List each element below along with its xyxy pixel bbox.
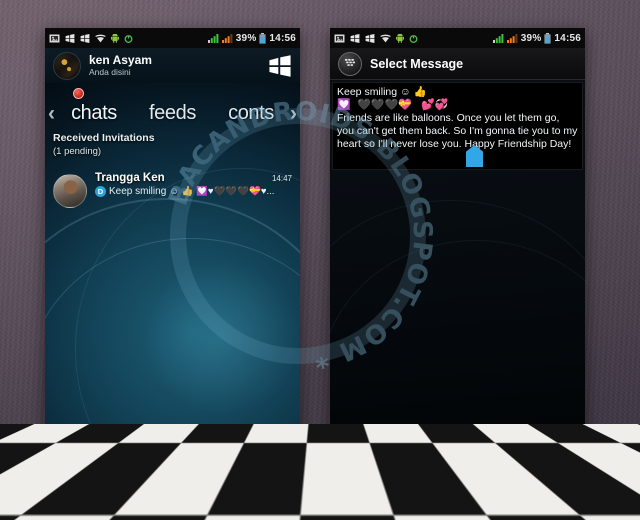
signal-green-icon — [207, 33, 219, 43]
left-phone-screen[interactable]: 39% 14:56 ken Asyam Anda disini ‹ chats — [45, 28, 300, 478]
slider-thumb[interactable] — [333, 457, 352, 476]
clock-label: 14:56 — [269, 32, 296, 44]
battery-percent-label: 39% — [520, 32, 542, 44]
broadcast-icon[interactable] — [219, 442, 250, 472]
power-icon — [409, 33, 418, 43]
tab-conts[interactable]: conts — [228, 102, 274, 125]
chevron-left-icon[interactable]: ‹ — [48, 103, 55, 124]
right-app-header: Select Message — [330, 48, 585, 80]
android-robot-icon — [111, 33, 119, 43]
profile-names: ken Asyam Anda disini — [89, 54, 152, 78]
clock-label: 14:56 — [554, 32, 581, 44]
left-status-bar: 39% 14:56 — [45, 28, 300, 49]
android-robot-icon — [396, 33, 404, 43]
status-left-icons — [49, 33, 133, 43]
add-contact-icon[interactable] — [95, 442, 126, 472]
chat-timestamp: 14:47 — [271, 174, 292, 183]
left-profile-header[interactable]: ken Asyam Anda disini — [45, 48, 300, 83]
list-item[interactable]: Trangga Ken 14:47 D Keep smiling ☺ 👍 💟♥🖤… — [45, 168, 300, 213]
avatar[interactable] — [53, 51, 81, 80]
contact-name: Trangga Ken — [95, 172, 165, 184]
message-line-1: Keep smiling ☺ 👍 — [337, 86, 427, 98]
tab-list: chats feeds conts — [55, 102, 290, 125]
section-subtitle: (1 pending) — [53, 146, 102, 157]
section-title: Received Invitations — [53, 132, 155, 144]
windows-icon — [65, 33, 75, 43]
wifi-icon — [380, 34, 391, 43]
status-right-icons: 39% 14:56 — [207, 32, 296, 44]
chat-snippet-text: Keep smiling — [109, 186, 167, 197]
groups-icon[interactable] — [157, 442, 188, 472]
wifi-icon — [95, 34, 106, 43]
windows-icon — [80, 33, 90, 43]
picture-icon — [334, 34, 345, 43]
seek-track[interactable] — [348, 462, 579, 473]
selected-message-box[interactable]: Keep smiling ☺ 👍 💟♥🖤🖤🖤💝❥💕💞 Friends are l… — [332, 82, 583, 170]
message-emoji-row: 💟♥🖤🖤🖤💝❥💕💞 — [337, 98, 449, 111]
profile-name: ken Asyam — [89, 52, 152, 67]
battery-icon — [544, 32, 552, 44]
chat-content: Trangga Ken 14:47 D Keep smiling ☺ 👍 💟♥🖤… — [95, 172, 292, 209]
signal-orange-icon — [506, 33, 518, 43]
chat-snippet-row: D Keep smiling ☺ 👍 💟♥🖤🖤🖤💝♥... — [95, 186, 292, 197]
message-pane[interactable]: Keep smiling ☺ 👍 💟♥🖤🖤🖤💝❥💕💞 Friends are l… — [330, 80, 585, 455]
message-body: Friends are like balloons. Once you let … — [337, 111, 578, 150]
power-icon — [124, 33, 133, 43]
bottom-nav-bar[interactable] — [45, 436, 300, 478]
signal-orange-icon — [221, 33, 233, 43]
windows-flag-icon[interactable] — [268, 54, 292, 77]
windows-icon — [365, 33, 375, 43]
windows-icon — [350, 33, 360, 43]
delivery-badge: D — [95, 186, 106, 197]
signal-green-icon — [492, 33, 504, 43]
picture-icon — [49, 34, 60, 43]
chat-snippet-emoji: ☺ 👍 💟♥🖤🖤🖤💝♥... — [169, 186, 275, 197]
chevron-right-icon[interactable]: › — [290, 103, 297, 124]
page-title: Select Message — [370, 56, 464, 71]
tab-feeds[interactable]: feeds — [149, 102, 196, 125]
right-phone-screen[interactable]: 39% 14:56 Select Message Keep smiling ☺ … — [330, 28, 585, 478]
contact-avatar — [53, 174, 87, 208]
scene: 39% 14:56 ken Asyam Anda disini ‹ chats — [0, 0, 640, 520]
status-right-icons: 39% 14:56 — [492, 32, 581, 44]
chat-header-row: Trangga Ken 14:47 — [95, 172, 292, 184]
tab-bar[interactable]: ‹ chats feeds conts › — [45, 96, 300, 130]
right-status-bar: 39% 14:56 — [330, 28, 585, 49]
wallpaper-glow — [140, 263, 300, 413]
tab-chats[interactable]: chats — [71, 102, 117, 125]
seek-bar[interactable] — [330, 454, 585, 478]
status-left-icons — [334, 33, 418, 43]
battery-icon — [259, 32, 267, 44]
blackberry-logo-icon — [338, 51, 362, 76]
profile-status: Anda disini — [89, 67, 131, 78]
battery-percent-label: 39% — [235, 32, 257, 44]
